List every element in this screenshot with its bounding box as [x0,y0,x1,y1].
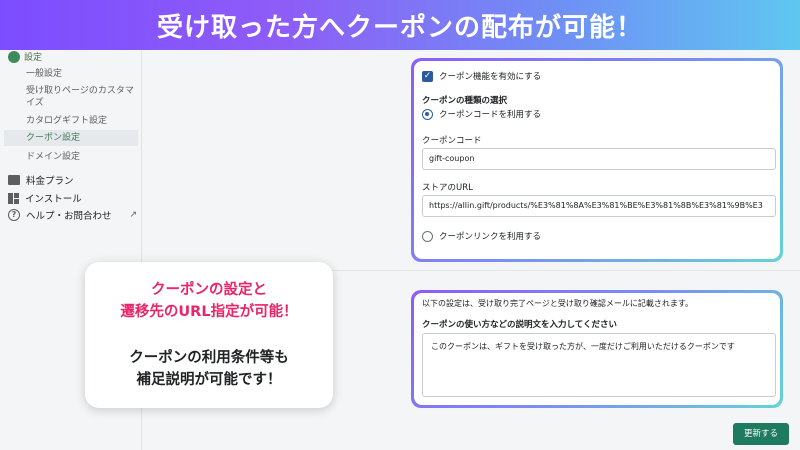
sidebar-settings-label: 設定 [24,53,43,63]
banner-title: 受け取った方へクーポンの配布が可能！ [156,12,643,43]
option-coupon-link[interactable]: クーポンリンクを利用する [422,230,541,242]
enable-coupon-checkbox[interactable]: ✓ [422,70,433,82]
option-coupon-link-label: クーポンリンクを利用する [439,232,542,242]
option-coupon-code-label: クーポンコードを利用する [439,110,542,120]
sidebar-item-catalog-gift[interactable]: カタログギフト設定 [26,115,107,127]
option-coupon-code[interactable]: クーポンコードを利用する [422,108,541,120]
callout-line-3: クーポンの利用条件等も [129,350,289,366]
sidebar-item-install[interactable]: インストール [8,191,82,205]
sidebar-item-domain[interactable]: ドメイン設定 [26,151,80,163]
billing-icon [8,175,20,185]
coupon-settings-card: ✓ クーポン機能を有効にする クーポンの種類の選択 クーポンコードを利用する ク… [411,58,783,262]
callout-line-4: 補足説明が可能です！ [136,372,282,388]
sidebar-item-customize[interactable]: 受け取りページのカスタマ [26,85,134,97]
description-field-label: クーポンの使い方などの説明文を入力してください [422,320,617,330]
coupon-code-input[interactable]: gift-coupon [422,148,776,170]
sidebar-install-label: インストール [25,194,82,205]
coupon-type-heading: クーポンの種類の選択 [422,96,508,106]
help-icon: ? [8,209,20,221]
callout-line-2: 遷移先のURL指定が可能！ [120,304,298,320]
install-icon [8,192,19,204]
sidebar-help-label: ヘルプ・お問合わせ [26,211,112,222]
store-url-label: ストアのURL [422,183,473,193]
coupon-code-label: クーポンコード [422,136,482,146]
sidebar-item-customize-cont[interactable]: イズ [26,97,44,109]
header-banner: 受け取った方へクーポンの配布が可能！ [0,0,800,50]
description-textarea[interactable]: このクーポンは、ギフトを受け取った方が、一度だけご利用いただけるクーポンです [422,333,776,397]
update-button[interactable]: 更新する [733,423,789,445]
radio-coupon-code[interactable] [422,108,433,120]
callout-line-1: クーポンの設定と [151,282,267,298]
radio-coupon-link[interactable] [422,230,433,242]
coupon-description-card: 以下の設定は、受け取り完了ページと受け取り確認メールに記載されます。 クーポンの… [411,290,783,408]
feature-callout: クーポンの設定と 遷移先のURL指定が可能！ クーポンの利用条件等も 補足説明が… [85,262,333,408]
sidebar-item-billing[interactable]: 料金プラン [8,173,74,187]
gear-icon [8,50,20,63]
sidebar-item-settings[interactable]: 設定 [8,50,42,63]
description-note: 以下の設定は、受け取り完了ページと受け取り確認メールに記載されます。 [422,299,694,308]
sidebar-item-help[interactable]: ? ヘルプ・お問合わせ ↗ [8,208,137,222]
sidebar-billing-label: 料金プラン [26,176,74,187]
external-link-icon: ↗ [129,210,138,220]
store-url-input[interactable]: https://allin.gift/products/%E3%81%8A%E3… [422,195,776,217]
sidebar-item-coupon[interactable]: クーポン設定 [4,130,138,146]
enable-coupon-label: クーポン機能を有効にする [439,72,542,82]
sidebar-item-general[interactable]: 一般設定 [26,68,62,80]
enable-coupon-row[interactable]: ✓ クーポン機能を有効にする [422,70,541,82]
